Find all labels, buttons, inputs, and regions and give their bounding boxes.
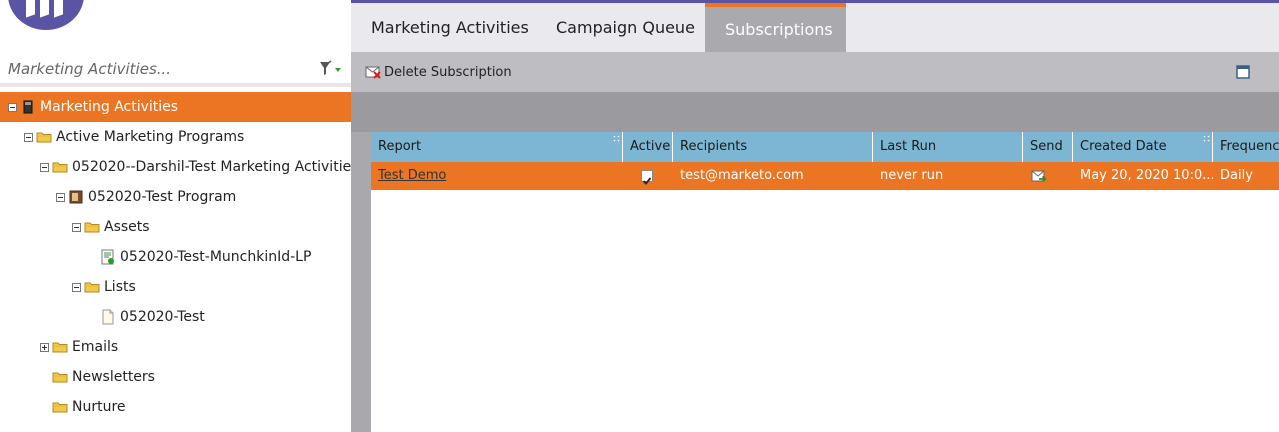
column-header-frequency[interactable]: Frequency xyxy=(1213,132,1279,162)
column-header-label: Send xyxy=(1030,139,1063,154)
column-header-report[interactable]: Report xyxy=(371,132,623,162)
tree-node-label: Newsletters xyxy=(72,369,155,385)
column-header-label: Last Run xyxy=(880,139,937,154)
marketing-activities-tree: Marketing Activities Active Marketing Pro… xyxy=(0,92,351,422)
tree-node[interactable]: Emails xyxy=(0,332,351,362)
toolbar: Delete Subscription xyxy=(351,52,1279,92)
folder-icon xyxy=(36,129,52,145)
tree-node[interactable]: Marketing Activities xyxy=(0,92,351,122)
delete-subscription-button[interactable]: Delete Subscription xyxy=(365,63,512,81)
filter-icon[interactable] xyxy=(318,60,344,78)
tab-marketing-activities[interactable]: Marketing Activities xyxy=(351,3,549,52)
left-tree-panel: Marketing Activities Active Marketing Pro… xyxy=(0,0,351,432)
tab-bar: Marketing Activities Campaign Queue Subs… xyxy=(351,3,1279,52)
tab-label: Subscriptions xyxy=(725,20,833,39)
tree-node-label: 052020--Darshil-Test Marketing Activitie… xyxy=(72,159,351,175)
collapse-icon[interactable] xyxy=(24,132,33,142)
tree-search-row xyxy=(0,52,351,87)
report-link[interactable]: Test Demo xyxy=(378,168,446,183)
report-cell: Test Demo xyxy=(371,162,623,190)
tab-label: Marketing Activities xyxy=(371,18,529,37)
collapse-icon[interactable] xyxy=(72,282,81,292)
tree-node[interactable]: Lists xyxy=(0,272,351,302)
tree-node[interactable]: Newsletters xyxy=(0,362,351,392)
tree-node-label: Nurture xyxy=(72,399,126,415)
tree-node[interactable]: 052020-Test xyxy=(0,302,351,332)
tree-search-input[interactable] xyxy=(8,57,308,81)
active-checkbox[interactable] xyxy=(641,170,653,185)
column-header-created-date[interactable]: Created Date xyxy=(1073,132,1213,162)
created-date-cell: May 20, 2020 10:0... xyxy=(1080,168,1213,183)
folder-icon xyxy=(52,399,68,415)
maximize-icon[interactable] xyxy=(1236,65,1250,79)
tree-node[interactable]: 052020-Test Program xyxy=(0,182,351,212)
tree-node-label: 052020-Test-MunchkinId-LP xyxy=(120,249,312,265)
expand-icon[interactable] xyxy=(40,342,49,352)
column-header-label: Active xyxy=(630,139,671,154)
folder-icon xyxy=(52,369,68,385)
last-run-cell: never run xyxy=(880,168,944,183)
column-header-recipients[interactable]: Recipients xyxy=(673,132,873,162)
tree-node-label: Emails xyxy=(72,339,119,355)
folder-icon xyxy=(52,339,68,355)
tree-node[interactable]: Assets xyxy=(0,212,351,242)
tree-node[interactable]: Active Marketing Programs xyxy=(0,122,351,152)
tree-node[interactable]: 052020-Test-MunchkinId-LP xyxy=(0,242,351,272)
column-header-active[interactable]: Active xyxy=(623,132,673,162)
list-document-icon xyxy=(100,309,116,325)
collapse-icon[interactable] xyxy=(72,222,81,232)
folder-icon xyxy=(84,219,100,235)
frequency-cell: Daily xyxy=(1220,168,1253,183)
column-header-label: Frequency xyxy=(1220,139,1279,154)
delete-subscription-icon xyxy=(365,66,381,79)
tree-node-label: Marketing Activities xyxy=(40,99,179,115)
column-header-last-run[interactable]: Last Run xyxy=(873,132,1023,162)
column-menu-icon[interactable] xyxy=(1203,135,1210,142)
send-report-icon[interactable] xyxy=(1031,170,1047,183)
tree-node-label: 052020-Test xyxy=(120,309,205,325)
folder-icon xyxy=(52,159,68,175)
tree-node-label: Assets xyxy=(104,219,150,235)
main-panel: Marketing Activities Campaign Queue Subs… xyxy=(351,3,1279,432)
tab-label: Campaign Queue xyxy=(556,18,695,37)
column-header-label: Recipients xyxy=(680,139,748,154)
column-header-label: Created Date xyxy=(1080,139,1167,154)
subscriptions-grid: Report Active Recipients Last Run Send C… xyxy=(371,132,1279,432)
delete-subscription-label: Delete Subscription xyxy=(384,64,512,80)
tab-campaign-queue[interactable]: Campaign Queue xyxy=(536,3,715,52)
checkmark-icon xyxy=(642,177,652,185)
folder-icon xyxy=(84,279,100,295)
collapse-icon[interactable] xyxy=(40,162,49,172)
collapse-icon[interactable] xyxy=(8,102,17,112)
book-icon xyxy=(20,99,36,115)
grid-header: Report Active Recipients Last Run Send C… xyxy=(371,132,1279,162)
grid-header-spacer xyxy=(351,92,1279,132)
table-row[interactable]: Test Demo test@marketo.com never run May… xyxy=(371,162,1279,190)
tree-node-label: Active Marketing Programs xyxy=(56,129,245,145)
landing-page-icon xyxy=(100,249,116,265)
marketo-logo[interactable] xyxy=(8,0,84,30)
tree-node-label: 052020-Test Program xyxy=(88,189,237,205)
tab-subscriptions[interactable]: Subscriptions xyxy=(705,3,846,52)
collapse-icon[interactable] xyxy=(56,192,65,202)
column-header-label: Report xyxy=(378,139,422,154)
tree-node[interactable]: 052020--Darshil-Test Marketing Activitie… xyxy=(0,152,351,182)
column-menu-icon[interactable] xyxy=(613,135,620,142)
tree-node-label: Lists xyxy=(104,279,136,295)
program-icon xyxy=(68,189,84,205)
recipients-cell: test@marketo.com xyxy=(680,168,804,183)
column-header-send[interactable]: Send xyxy=(1023,132,1073,162)
tree-node[interactable]: Nurture xyxy=(0,392,351,422)
